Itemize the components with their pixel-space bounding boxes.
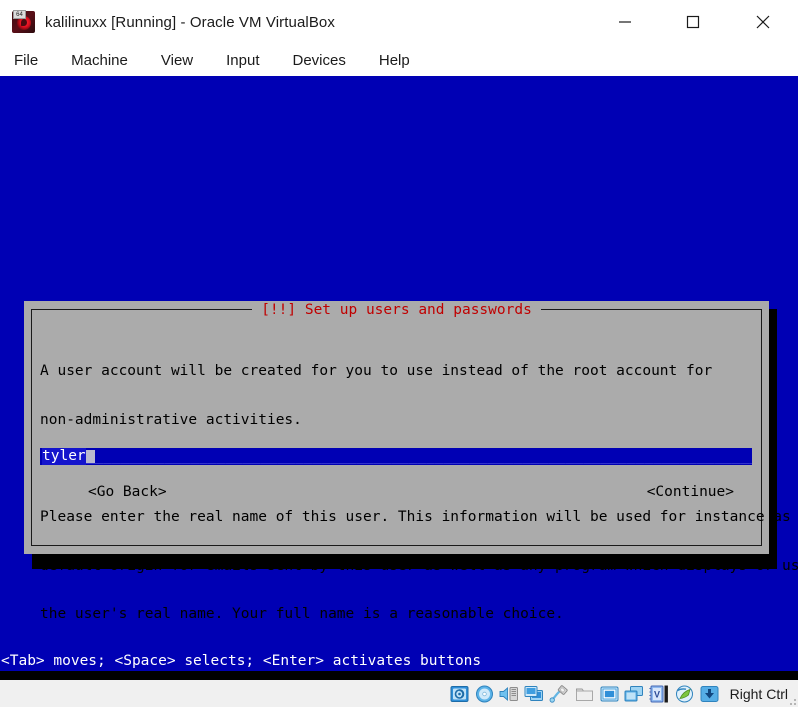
resize-grip[interactable] [786, 695, 796, 705]
svg-text:V: V [654, 689, 660, 699]
minimize-button[interactable] [602, 0, 648, 44]
menu-item-file[interactable]: File [14, 50, 55, 71]
body-line-5: the user's real name. Your full name is … [40, 606, 564, 623]
titlebar-left-group: 64 kalilinuxx [Running] - Oracle VM Virt… [0, 10, 335, 34]
mouse-integration-icon[interactable] [674, 684, 695, 703]
window-titlebar: 64 kalilinuxx [Running] - Oracle VM Virt… [0, 0, 798, 44]
menu-item-view[interactable]: View [161, 50, 210, 71]
body-line-4: default origin for emails sent by this u… [40, 557, 798, 574]
fullname-input[interactable]: ________________________________________… [40, 448, 752, 465]
input-underline-fill: ________________________________________… [42, 448, 752, 464]
network-icon[interactable] [524, 684, 545, 703]
host-key-label: Right Ctrl [729, 685, 788, 702]
dialog-body-text: A user account will be created for you t… [40, 331, 798, 671]
usb-icon[interactable] [549, 684, 570, 703]
menu-item-help[interactable]: Help [379, 50, 427, 71]
body-line-1: A user account will be created for you t… [40, 363, 713, 380]
close-icon [756, 15, 770, 29]
vm-statusbar: V Right Ctrl [0, 680, 798, 707]
audio-icon[interactable] [499, 684, 520, 703]
vm-features-icon[interactable]: V [649, 684, 670, 703]
installer-help-bar: <Tab> moves; <Space> selects; <Enter> ac… [0, 651, 798, 671]
maximize-button[interactable] [670, 0, 716, 44]
fullname-input-row: ________________________________________… [40, 448, 752, 465]
menubar: File Machine View Input Devices Help [0, 44, 798, 79]
minimize-icon [619, 21, 631, 23]
dialog-button-row: <Go Back> <Continue> [40, 483, 752, 501]
kali-vm-icon: 64 [12, 10, 36, 34]
menu-item-input[interactable]: Input [226, 50, 276, 71]
display-icon[interactable] [599, 684, 620, 703]
optical-disk-icon[interactable] [474, 684, 495, 703]
window-controls [602, 0, 798, 44]
host-key-icon[interactable] [699, 684, 720, 703]
continue-button[interactable]: <Continue> [647, 483, 734, 501]
body-line-3: Please enter the real name of this user.… [40, 509, 791, 526]
virtualbox-window: 64 kalilinuxx [Running] - Oracle VM Virt… [0, 0, 798, 707]
hard-disk-icon[interactable] [449, 684, 470, 703]
body-line-2: non-administrative activities. [40, 412, 302, 429]
close-button[interactable] [740, 0, 786, 44]
architecture-badge: 64 [13, 10, 26, 19]
go-back-button[interactable]: <Go Back> [88, 483, 167, 501]
maximize-icon [686, 15, 700, 29]
shared-folders-icon[interactable] [574, 684, 595, 703]
window-title: kalilinuxx [Running] - Oracle VM Virtual… [45, 13, 335, 31]
vm-guest-screen[interactable]: [!!] Set up users and passwords A user a… [0, 79, 798, 671]
menu-item-machine[interactable]: Machine [71, 50, 145, 71]
recording-icon[interactable] [624, 684, 645, 703]
guest-screen-letterbox [0, 671, 798, 680]
menu-item-devices[interactable]: Devices [293, 50, 363, 71]
installer-dialog: [!!] Set up users and passwords A user a… [24, 301, 798, 622]
input-value-text: tyler [42, 448, 86, 465]
text-cursor [86, 450, 95, 463]
